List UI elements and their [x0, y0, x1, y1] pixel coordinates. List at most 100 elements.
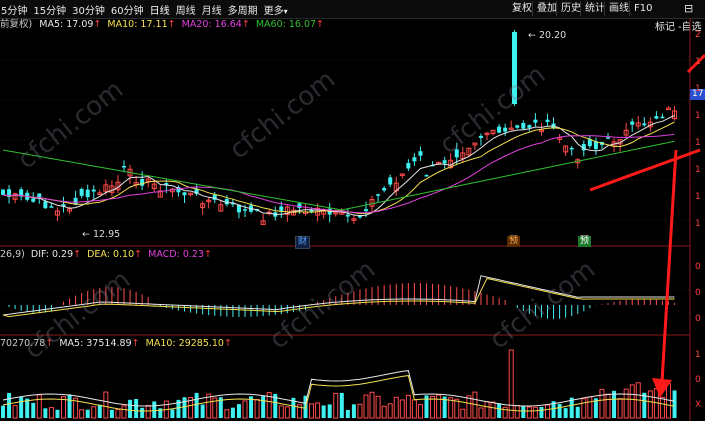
axis-tick-label: 1 — [695, 350, 701, 360]
axis-tick-label: 1 — [695, 57, 701, 67]
axis-tick-label: X — [695, 400, 702, 410]
volume-bar — [85, 409, 90, 418]
volume-bar — [284, 406, 290, 419]
volume-bar — [581, 398, 587, 419]
candle-body — [497, 126, 502, 133]
volume-bar — [327, 404, 332, 418]
volume-bar — [121, 405, 127, 419]
volume-bar — [381, 405, 387, 419]
volume-bar — [321, 405, 326, 418]
up-arrow-icon: ↑ — [167, 19, 176, 30]
volume-bar — [369, 391, 375, 419]
volume-bar — [411, 399, 417, 419]
volume-bar — [315, 402, 321, 419]
volume-bar — [387, 403, 393, 419]
ma5-readout: MA5: 17.09 — [39, 19, 94, 30]
axis-tick-label: 1 — [695, 165, 701, 175]
volume-bar — [375, 395, 381, 419]
ma60-readout: MA60: 16.07 — [255, 19, 317, 30]
vol-ma10-readout: MA10: 29285.10 — [145, 338, 224, 349]
axis-tick-label: 1 — [695, 219, 701, 229]
high-price-value: 20.20 — [538, 30, 567, 41]
volume-bar — [261, 396, 266, 418]
up-arrow-icon: ↑ — [131, 338, 140, 349]
candle-body — [666, 107, 671, 111]
axis-tick-label: 1 — [695, 138, 701, 148]
volume-bar — [31, 402, 36, 418]
volume-bar — [484, 401, 490, 419]
up-arrow-icon: ↑ — [93, 19, 102, 30]
candle-body — [279, 206, 284, 211]
volume-bar — [97, 404, 102, 418]
volume-bar — [539, 406, 544, 418]
volume-bar — [339, 392, 344, 418]
event-tag-forecast[interactable]: 预 — [507, 236, 521, 247]
event-tag-finance[interactable]: 财 — [295, 236, 311, 249]
volume-bar — [182, 397, 187, 418]
volume-bar — [617, 398, 623, 419]
candle-body — [297, 203, 302, 208]
volume-bar — [623, 388, 629, 419]
vol-ma5-readout: MA5: 37514.89 — [59, 338, 132, 349]
volume-bar — [642, 392, 647, 418]
volume-bar — [612, 390, 617, 418]
candle-body — [43, 201, 48, 209]
candle-body — [412, 157, 417, 162]
annotation-arrow-head — [652, 378, 672, 398]
volume-bar — [605, 393, 611, 419]
candle-body — [122, 166, 126, 168]
volume-bar — [659, 396, 665, 419]
volume-bar — [200, 404, 205, 418]
low-price-value: 12.95 — [92, 229, 121, 240]
volume-bar — [599, 388, 605, 419]
dea-readout: DEA: 0.10 — [87, 249, 135, 260]
volume-bar — [672, 390, 677, 418]
volume-bar — [103, 391, 109, 419]
axis-tick-label: 2 — [695, 30, 701, 40]
candle-body — [243, 209, 247, 211]
event-tag-forecast-2[interactable]: 预 — [578, 236, 592, 247]
volume-bar — [91, 406, 97, 419]
volume-ma5-line — [2, 370, 675, 407]
volume-bar — [36, 394, 42, 419]
dif-line — [2, 275, 675, 316]
moving-average-lines — [2, 115, 675, 217]
candle-body — [515, 125, 520, 128]
red-annotations — [589, 53, 705, 398]
volume-bar — [1, 405, 5, 418]
volume-bar — [79, 409, 85, 419]
candle-body — [345, 214, 350, 217]
candle-body — [545, 119, 550, 122]
up-arrow-icon: ↑ — [45, 338, 54, 349]
candle-body — [454, 149, 459, 158]
volume-bar — [545, 404, 550, 419]
candle-body — [606, 137, 610, 139]
volume-bar — [363, 394, 369, 419]
volume-bar — [532, 406, 538, 419]
volume-bar — [629, 384, 635, 419]
volume-bar — [575, 406, 580, 418]
volume-bar — [145, 404, 151, 419]
volume-bar — [393, 396, 399, 419]
candle-body — [376, 194, 381, 196]
chart-canvas — [0, 18, 705, 421]
candle-body — [503, 127, 508, 132]
candle-body — [642, 123, 647, 126]
volume-chart — [1, 349, 677, 419]
volume-bar — [497, 403, 502, 418]
volume-bar — [309, 403, 315, 419]
candlestick-series — [1, 30, 678, 226]
volume-bar — [43, 408, 48, 418]
volume-bar — [514, 404, 520, 419]
candle-body — [364, 209, 368, 212]
candle-body — [388, 177, 393, 185]
volume-bar — [399, 399, 405, 419]
volume-bar — [109, 409, 114, 418]
annotation-arrow-shaft — [660, 149, 678, 383]
candle-body — [85, 189, 90, 198]
low-price-label: ← 12.95 — [82, 229, 121, 240]
volume-bar — [357, 403, 363, 419]
candle-body — [1, 189, 5, 195]
volume-bar — [563, 408, 568, 418]
candle-body — [31, 198, 36, 202]
